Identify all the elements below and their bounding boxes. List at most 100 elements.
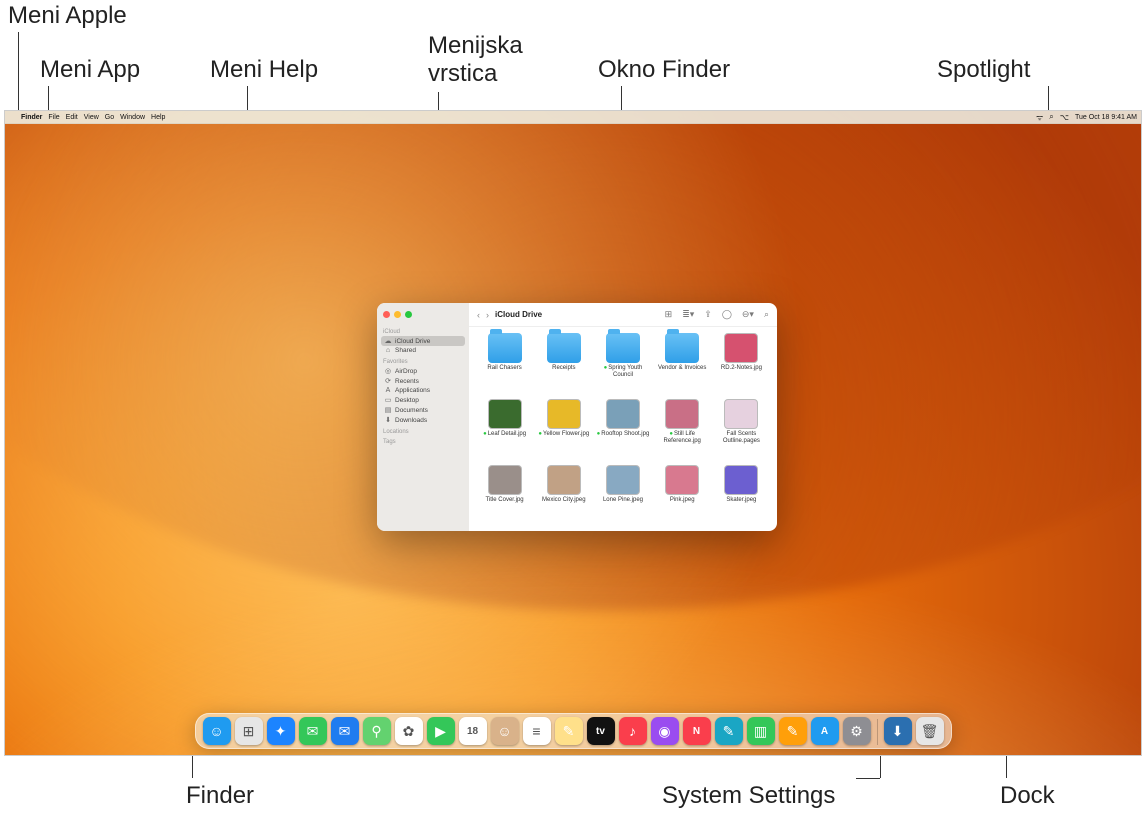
file-thumbnail <box>606 399 640 429</box>
dock-app-tv[interactable]: tv <box>587 717 615 745</box>
finder-sidebar: iCloud☁iCloud Drive⌂SharedFavorites◎AirD… <box>377 303 469 531</box>
file-name: Mexico City.jpeg <box>542 497 586 504</box>
file-item[interactable]: RD.2-Notes.jpg <box>714 333 769 395</box>
callout-apple-menu: Meni Apple <box>8 2 127 30</box>
menubar-clock[interactable]: Tue Oct 18 9:41 AM <box>1075 114 1137 121</box>
dock-app-launchpad[interactable]: ⊞ <box>235 717 263 745</box>
file-item[interactable]: Lone Pine.jpeg <box>595 465 650 527</box>
folder-icon <box>488 333 522 363</box>
dock-app-app-store[interactable]: A <box>811 717 839 745</box>
search-icon[interactable]: ⌕ <box>764 309 769 320</box>
file-item[interactable]: ●Yellow Flower.jpg <box>536 399 591 461</box>
dock-app-safari[interactable]: ✦ <box>267 717 295 745</box>
file-name: Receipts <box>552 365 575 372</box>
finder-window: iCloud☁iCloud Drive⌂SharedFavorites◎AirD… <box>377 303 777 531</box>
wifi-icon[interactable]: ᯤ <box>1036 112 1043 123</box>
menu-go[interactable]: Go <box>105 114 114 121</box>
file-item[interactable]: Receipts <box>536 333 591 395</box>
file-item[interactable]: ●Rooftop Shoot.jpg <box>595 399 650 461</box>
share-icon[interactable]: ⇪ <box>704 309 712 320</box>
dock-app-numbers[interactable]: ▥ <box>747 717 775 745</box>
file-name: ●Leaf Detail.jpg <box>483 431 526 438</box>
sidebar-item-recents[interactable]: ⟳Recents <box>381 376 465 386</box>
action-menu-icon[interactable]: ⊖▾ <box>742 309 754 320</box>
spotlight-icon[interactable]: ⌕ <box>1049 112 1053 122</box>
sidebar-item-airdrop[interactable]: ◎AirDrop <box>381 366 465 376</box>
sidebar-item-applications[interactable]: AApplications <box>381 386 465 395</box>
dock-app-trash[interactable]: 🗑 <box>916 717 944 745</box>
sidebar-item-downloads[interactable]: ⬇Downloads <box>381 415 465 425</box>
file-item[interactable]: Skater.jpeg <box>714 465 769 527</box>
sidebar-item-icloud-drive[interactable]: ☁iCloud Drive <box>381 336 465 346</box>
menu-help[interactable]: Help <box>151 114 165 121</box>
maximize-button[interactable] <box>405 311 412 318</box>
finder-title: iCloud Drive <box>495 310 542 319</box>
shared-icon: ⌂ <box>384 347 392 354</box>
close-button[interactable] <box>383 311 390 318</box>
callout-finder-dock: Finder <box>186 782 254 810</box>
callout-finder-window: Okno Finder <box>598 56 730 84</box>
file-thumbnail <box>724 465 758 495</box>
dock-app-calendar[interactable]: 18 <box>459 717 487 745</box>
dock-app-photos[interactable]: ✿ <box>395 717 423 745</box>
menu-edit[interactable]: Edit <box>66 114 78 121</box>
sidebar-item-desktop[interactable]: ▭Desktop <box>381 395 465 405</box>
view-icon-grid[interactable]: ⊞ <box>665 309 673 320</box>
file-thumbnail <box>665 465 699 495</box>
minimize-button[interactable] <box>394 311 401 318</box>
dock-app-notes[interactable]: ✎ <box>555 717 583 745</box>
file-item[interactable]: Rail Chasers <box>477 333 532 395</box>
menu-app-finder[interactable]: Finder <box>21 114 42 121</box>
dock-app-downloads[interactable]: ⬇ <box>884 717 912 745</box>
file-item[interactable]: Fall Scents Outline.pages <box>714 399 769 461</box>
folder-icon <box>665 333 699 363</box>
dock-app-music[interactable]: ♪ <box>619 717 647 745</box>
forward-button[interactable]: › <box>486 310 489 320</box>
dock-app-news[interactable]: N <box>683 717 711 745</box>
menu-view[interactable]: View <box>84 114 99 121</box>
file-name: ●Still Life Reference.jpg <box>655 431 710 444</box>
callout-system-settings: System Settings <box>662 782 835 810</box>
dock-app-mail[interactable]: ✉ <box>331 717 359 745</box>
dock-app-podcasts[interactable]: ◉ <box>651 717 679 745</box>
dock-app-maps[interactable]: ⚲ <box>363 717 391 745</box>
dock-app-pages[interactable]: ✎ <box>779 717 807 745</box>
back-button[interactable]: ‹ <box>477 310 480 320</box>
sidebar-item-documents[interactable]: ▤Documents <box>381 405 465 415</box>
file-item[interactable]: Vendor & Invoices <box>655 333 710 395</box>
dock-app-finder[interactable]: ☺ <box>203 717 231 745</box>
sidebar-item-label: Applications <box>395 387 430 394</box>
file-item[interactable]: ●Spring Youth Council <box>595 333 650 395</box>
sidebar-item-label: Desktop <box>395 397 419 404</box>
sidebar-item-shared[interactable]: ⌂Shared <box>381 346 465 355</box>
file-name: Pink.jpeg <box>670 497 695 504</box>
menu-window[interactable]: Window <box>120 114 145 121</box>
dock: ☺⊞✦✉✉⚲✿▶18☺≡✎tv♪◉N✎▥✎A⚙⬇🗑 <box>195 713 952 749</box>
menu-file[interactable]: File <box>48 114 59 121</box>
dock-app-messages[interactable]: ✉ <box>299 717 327 745</box>
tag-dot-icon: ● <box>483 431 487 437</box>
recents-icon: ⟳ <box>384 377 392 385</box>
file-item[interactable]: Mexico City.jpeg <box>536 465 591 527</box>
callout-spotlight: Spotlight <box>937 56 1030 84</box>
callout-help-menu: Meni Help <box>210 56 318 84</box>
dock-app-facetime[interactable]: ▶ <box>427 717 455 745</box>
sidebar-item-label: Recents <box>395 378 419 385</box>
dock-app-freeform[interactable]: ✎ <box>715 717 743 745</box>
file-item[interactable]: Pink.jpeg <box>655 465 710 527</box>
dock-app-system-settings[interactable]: ⚙ <box>843 717 871 745</box>
file-item[interactable]: Title Cover.jpg <box>477 465 532 527</box>
file-item[interactable]: ●Still Life Reference.jpg <box>655 399 710 461</box>
control-center-icon[interactable]: ⌥ <box>1060 113 1069 122</box>
file-item[interactable]: ●Leaf Detail.jpg <box>477 399 532 461</box>
tag-icon[interactable]: ◯ <box>722 309 732 320</box>
downloads-icon: ⬇ <box>384 416 392 424</box>
file-name: Rail Chasers <box>487 365 521 372</box>
file-thumbnail <box>547 399 581 429</box>
group-menu-icon[interactable]: ≣▾ <box>682 309 694 320</box>
file-thumbnail <box>488 399 522 429</box>
dock-app-reminders[interactable]: ≡ <box>523 717 551 745</box>
dock-app-contacts[interactable]: ☺ <box>491 717 519 745</box>
airdrop-icon: ◎ <box>384 367 392 375</box>
menubar: Finder File Edit View Go Window Help ᯤ ⌕… <box>5 111 1141 124</box>
